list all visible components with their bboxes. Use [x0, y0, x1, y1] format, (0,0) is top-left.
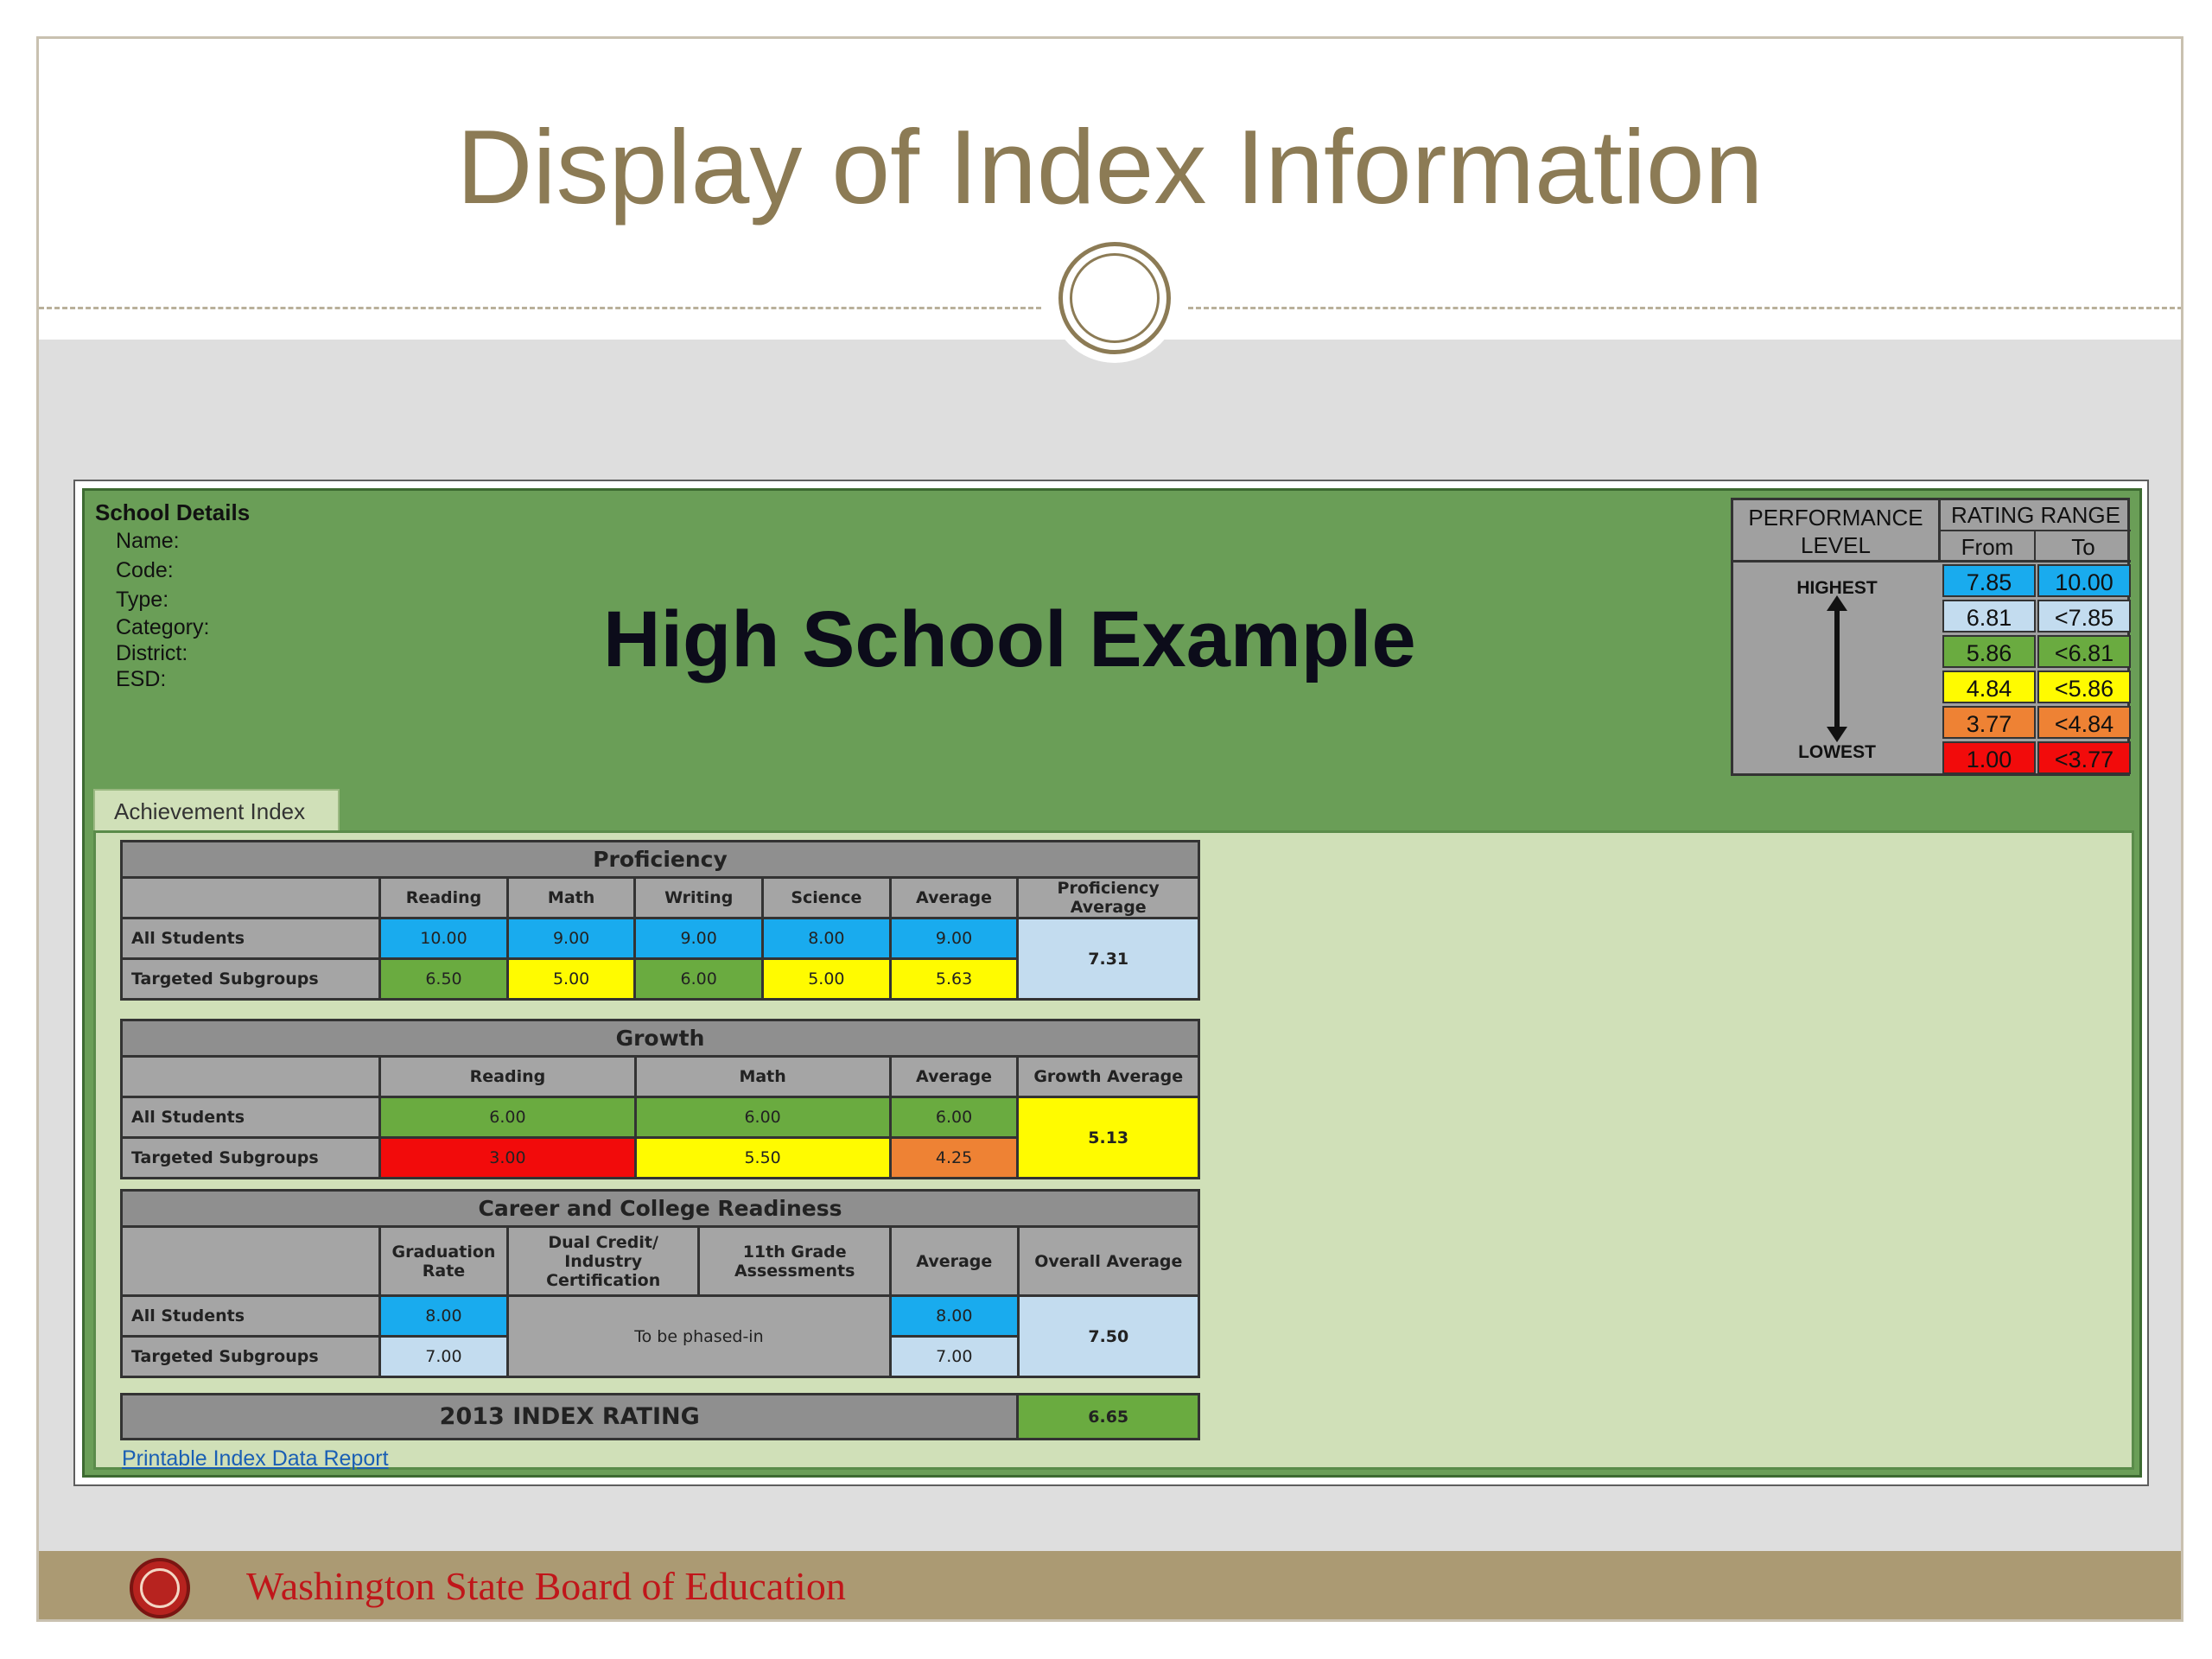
field-esd: ESD: [116, 667, 167, 691]
arrow-shaft [1834, 606, 1840, 731]
col-header: Science [761, 876, 892, 919]
slide: Display of Index Information School Deta… [36, 36, 2183, 1622]
legend-to-header: To [2036, 531, 2131, 563]
score-cell: 7.00 [888, 1335, 1020, 1378]
proficiency-average: 7.31 [1016, 917, 1200, 1001]
ccr-title: Career and College Readiness [120, 1189, 1200, 1228]
score-cell: 9.00 [505, 917, 637, 960]
score-cell: 5.63 [888, 957, 1020, 1001]
divider-right [1188, 307, 2181, 309]
legend-from: 4.84 [1942, 671, 2036, 703]
legend-range-header: RATING RANGE [1941, 500, 2131, 531]
score-cell: 8.00 [888, 1294, 1020, 1338]
proficiency-table: Proficiency Reading Math Writing Science… [119, 840, 1200, 1001]
score-cell: 8.00 [761, 917, 892, 960]
field-category: Category: [116, 615, 210, 639]
row-label: All Students [119, 917, 382, 960]
score-cell: 6.00 [378, 1096, 637, 1139]
achievement-index-panel: Proficiency Reading Math Writing Science… [93, 830, 2134, 1471]
legend-performance-header: PERFORMANCE LEVEL [1733, 500, 1941, 563]
field-type: Type: [116, 588, 169, 612]
score-cell: 8.00 [378, 1294, 509, 1338]
legend-to: <6.81 [2037, 635, 2131, 668]
proficiency-title: Proficiency [120, 840, 1200, 879]
tab-achievement-index[interactable]: Achievement Index [93, 789, 340, 832]
score-cell: 5.00 [761, 957, 892, 1001]
col-header: Reading [378, 876, 509, 919]
row-label: Targeted Subgroups [119, 1335, 382, 1378]
legend-to: <7.85 [2037, 600, 2131, 632]
col-header: Reading [378, 1055, 637, 1098]
legend-to: <3.77 [2037, 741, 2131, 774]
divider-left [39, 307, 1041, 309]
col-header: Graduation Rate [378, 1225, 509, 1297]
col-header: Average [888, 1225, 1020, 1297]
score-cell: 6.00 [633, 957, 765, 1001]
row-label: Targeted Subgroups [119, 1136, 382, 1179]
legend-from: 3.77 [1942, 706, 2036, 739]
score-cell: 5.00 [505, 957, 637, 1001]
col-header: Dual Credit/ Industry Certification [505, 1225, 701, 1297]
printable-report-link[interactable]: Printable Index Data Report [122, 1446, 389, 1471]
legend-from: 5.86 [1942, 635, 2036, 668]
legend-from-header: From [1941, 531, 2036, 563]
ccr-table: Career and College Readiness Graduation … [119, 1189, 1201, 1378]
growth-table: Growth Reading Math Average Growth Avera… [119, 1019, 1200, 1179]
col-header: Growth Average [1016, 1055, 1200, 1098]
col-header: Math [505, 876, 637, 919]
score-cell: 7.00 [378, 1335, 509, 1378]
legend-from: 6.81 [1942, 600, 2036, 632]
screenshot-frame: School Details Name: Code: Type: Categor… [73, 480, 2149, 1486]
slide-footer: Washington State Board of Education [39, 1551, 2181, 1619]
score-cell: 10.00 [378, 917, 509, 960]
row-label: All Students [119, 1096, 382, 1139]
footer-organization: Washington State Board of Education [246, 1564, 846, 1608]
row-label: Targeted Subgroups [119, 957, 382, 1001]
row-label: All Students [119, 1294, 382, 1338]
col-header: Overall Average [1016, 1225, 1201, 1297]
school-name: High School Example [603, 595, 1416, 683]
rating-legend: PERFORMANCE LEVEL RATING RANGE From To H… [1731, 498, 2131, 776]
phased-in-note: To be phased-in [505, 1294, 892, 1378]
col-header: Math [633, 1055, 892, 1098]
legend-to: <4.84 [2037, 706, 2131, 739]
legend-from: 7.85 [1942, 564, 2036, 597]
circle-ornament [1058, 242, 1171, 354]
col-header: Proficiency Average [1016, 876, 1200, 919]
seal-logo-icon [130, 1558, 190, 1618]
score-cell: 5.50 [633, 1136, 892, 1179]
score-cell: 9.00 [888, 917, 1020, 960]
col-header: Writing [633, 876, 765, 919]
score-cell: 3.00 [378, 1136, 637, 1179]
school-panel: School Details Name: Code: Type: Categor… [82, 488, 2142, 1478]
school-details: School Details Name: Code: Type: Categor… [95, 499, 250, 692]
legend-lowest: LOWEST [1798, 742, 1876, 762]
legend-to: 10.00 [2037, 564, 2131, 597]
arrow-down-icon [1827, 727, 1847, 742]
growth-average: 5.13 [1016, 1096, 1200, 1179]
slide-title: Display of Index Information [456, 108, 1764, 226]
ccr-overall-average: 7.50 [1016, 1294, 1201, 1378]
col-header: Average [888, 876, 1020, 919]
details-heading: School Details [95, 499, 251, 525]
legend-from: 1.00 [1942, 741, 2036, 774]
index-rating-label: 2013 INDEX RATING [119, 1393, 1020, 1440]
growth-title: Growth [120, 1019, 1200, 1058]
score-cell: 6.00 [888, 1096, 1020, 1139]
index-rating-table: 2013 INDEX RATING 6.65 [119, 1393, 1200, 1440]
field-district: District: [116, 641, 188, 665]
score-cell: 6.50 [378, 957, 509, 1001]
field-code: Code: [116, 558, 174, 582]
field-name: Name: [116, 529, 180, 553]
score-cell: 9.00 [633, 917, 765, 960]
score-cell: 4.25 [888, 1136, 1020, 1179]
index-rating-value: 6.65 [1016, 1393, 1200, 1440]
col-header: Average [888, 1055, 1020, 1098]
score-cell: 6.00 [633, 1096, 892, 1139]
legend-to: <5.86 [2037, 671, 2131, 703]
col-header: 11th Grade Assessments [697, 1225, 892, 1297]
